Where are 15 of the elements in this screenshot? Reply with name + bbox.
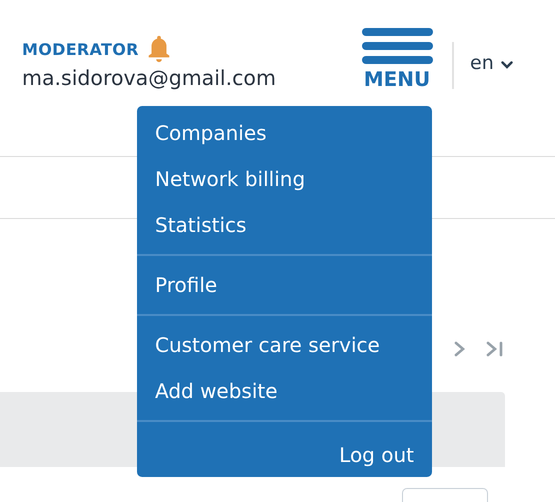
menu-item[interactable]: Network billing: [155, 156, 414, 202]
user-role: MODERATOR: [22, 40, 139, 58]
last-page-icon[interactable]: [486, 341, 504, 357]
menu-item[interactable]: Statistics: [155, 202, 414, 248]
menu-item[interactable]: Log out: [339, 432, 414, 478]
user-email: ma.sidorova@gmail.com: [22, 66, 277, 90]
language-select[interactable]: en: [470, 50, 513, 76]
menu-item[interactable]: Add website: [155, 368, 414, 414]
menu-button[interactable]: MENU: [361, 28, 433, 90]
menu-item[interactable]: Customer care service: [155, 322, 414, 368]
menu-item[interactable]: Profile: [155, 262, 414, 308]
next-page-icon[interactable]: [454, 341, 466, 357]
chevron-down-icon: [500, 61, 513, 69]
menu-item[interactable]: Companies: [155, 110, 414, 156]
bell-icon[interactable]: [146, 35, 171, 63]
